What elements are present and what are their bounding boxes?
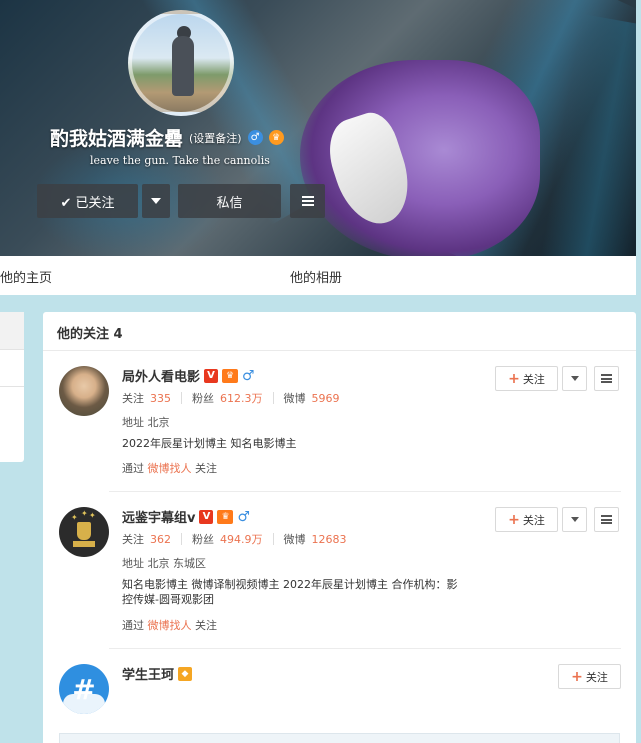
user-location: 地址 北京 — [122, 416, 170, 429]
menu-icon — [601, 374, 612, 383]
profile-name: 酌我姑酒满金罍 — [50, 128, 184, 150]
left-side-card — [0, 312, 24, 462]
divider — [272, 533, 274, 545]
user-name[interactable]: 远鉴宇幕组v — [122, 507, 195, 526]
fans-label: 粉丝 — [192, 533, 214, 546]
follow-button[interactable]: + 关注 — [558, 664, 621, 689]
divider — [109, 491, 621, 492]
following-count[interactable]: 335 — [150, 392, 171, 405]
male-icon: ♂ — [237, 508, 251, 525]
fans-label: 粉丝 — [192, 392, 214, 405]
member-crown-icon[interactable]: ♛ — [268, 130, 284, 145]
tab-home[interactable]: 他的主页 — [0, 267, 52, 286]
following-count[interactable]: 362 — [150, 533, 171, 546]
trophy-base — [73, 541, 95, 547]
following-list-card: 他的关注 4 局外人看电影 V ♛ ♂ 关注 335 粉丝 612.3万 微博 … — [43, 312, 636, 743]
verified-v-icon[interactable]: V — [204, 368, 219, 383]
fans-count[interactable]: 494.9万 — [220, 531, 263, 547]
divider — [181, 533, 182, 545]
user-location: 地址 北京 东城区 — [122, 557, 206, 570]
following-button[interactable]: ✔ 已关注 — [37, 184, 138, 218]
plus-icon: + — [508, 511, 520, 528]
profile-nav: 他的主页 他的相册 — [0, 256, 636, 295]
via-prefix: 通过 — [122, 462, 144, 475]
follow-options-dropdown[interactable] — [562, 507, 587, 532]
user-avatar[interactable]: # — [59, 664, 109, 714]
divider — [0, 386, 24, 387]
trophy-icon — [77, 522, 91, 540]
user-name[interactable]: 局外人看电影 — [122, 366, 200, 385]
weibo-count[interactable]: 12683 — [312, 533, 347, 546]
more-menu-button[interactable] — [594, 366, 619, 391]
follow-options-dropdown[interactable] — [562, 366, 587, 391]
user-name-row: 远鉴宇幕组v V ♛ ♂ — [122, 507, 250, 526]
weibo-label: 微博 — [283, 392, 306, 405]
star-icon: ✦ — [71, 513, 78, 522]
male-icon: ♂ — [247, 130, 263, 145]
profile-name-row: 酌我姑酒满金罍 (设置备注) ♂ ♛ — [50, 124, 284, 151]
tab-album[interactable]: 他的相册 — [290, 267, 342, 286]
profile-avatar[interactable] — [128, 10, 234, 116]
user-description: 2022年辰星计划博主 知名电影博主 — [122, 437, 297, 450]
weibo-count[interactable]: 5969 — [312, 392, 340, 405]
chevron-down-icon — [151, 198, 161, 204]
find-people-link[interactable]: 微博找人 — [148, 619, 192, 632]
user-avatar[interactable] — [59, 366, 109, 416]
following-list-title[interactable]: 他的关注 4 — [57, 323, 123, 342]
user-description: 知名电影博主 微博译制视频博主 2022年辰星计划博主 合作机构：影控传媒-圆哥… — [122, 578, 458, 606]
verified-v-icon[interactable]: V — [199, 509, 214, 524]
follow-button[interactable]: + 关注 — [495, 366, 558, 391]
user-name-row: 局外人看电影 V ♛ ♂ — [122, 366, 255, 385]
divider — [181, 392, 182, 404]
divider — [272, 392, 274, 404]
menu-icon — [601, 515, 612, 524]
chevron-down-icon — [570, 376, 579, 381]
weibo-label: 微博 — [283, 533, 306, 546]
user-name[interactable]: 学生王珂 — [122, 664, 174, 683]
follow-button[interactable]: + 关注 — [495, 507, 558, 532]
more-menu-button[interactable] — [290, 184, 325, 218]
vip-member-icon[interactable]: ♛ — [222, 368, 239, 383]
diamond-member-icon[interactable]: ◆ — [178, 666, 193, 681]
user-avatar[interactable]: ✦ ✦ ✦ — [59, 507, 109, 557]
set-remark-link[interactable]: (设置备注) — [189, 130, 242, 146]
message-button[interactable]: 私信 — [178, 184, 281, 218]
find-people-link[interactable]: 微博找人 — [148, 462, 192, 475]
user-stats: 关注 335 粉丝 612.3万 微博 5969 — [122, 390, 340, 406]
divider — [43, 350, 636, 351]
star-icon: ✦ — [89, 511, 96, 520]
profile-cover: 酌我姑酒满金罍 (设置备注) ♂ ♛ leave the gun. Take t… — [0, 0, 636, 256]
bottom-partial-panel — [59, 733, 620, 743]
follow-button-label: 关注 — [585, 670, 608, 684]
list-item: # 学生王珂 ◆ + 关注 — [43, 664, 636, 724]
avatar-figure-body — [172, 36, 194, 96]
via-prefix: 通过 — [122, 619, 144, 632]
following-label: 关注 — [122, 392, 144, 405]
via-suffix: 关注 — [195, 462, 217, 475]
plus-icon: + — [508, 370, 520, 387]
hashtag-icon: # — [72, 672, 96, 706]
more-menu-button[interactable] — [594, 507, 619, 532]
profile-bio: leave the gun. Take the cannolis — [90, 154, 270, 167]
star-icon: ✦ — [81, 509, 88, 518]
list-item: 局外人看电影 V ♛ ♂ 关注 335 粉丝 612.3万 微博 5969 地址… — [43, 366, 636, 491]
menu-icon — [301, 196, 314, 206]
divider — [109, 648, 621, 649]
follow-source: 通过 微博找人 关注 — [122, 460, 217, 476]
follow-button-label: 关注 — [522, 513, 545, 527]
male-icon: ♂ — [242, 367, 255, 384]
user-stats: 关注 362 粉丝 494.9万 微博 12683 — [122, 531, 347, 547]
chevron-down-icon — [570, 517, 579, 522]
user-name-row: 学生王珂 ◆ — [122, 664, 193, 683]
list-item: ✦ ✦ ✦ 远鉴宇幕组v V ♛ ♂ 关注 362 粉丝 494.9万 微博 1… — [43, 507, 636, 647]
via-suffix: 关注 — [195, 619, 217, 632]
left-card-header — [0, 312, 24, 350]
follow-source: 通过 微博找人 关注 — [122, 617, 217, 633]
vip-member-icon[interactable]: ♛ — [217, 509, 234, 524]
fans-count[interactable]: 612.3万 — [220, 390, 263, 406]
following-label: 关注 — [122, 533, 144, 546]
follow-options-dropdown[interactable] — [142, 184, 170, 218]
plus-icon: + — [571, 668, 583, 685]
follow-button-label: 关注 — [522, 372, 545, 386]
